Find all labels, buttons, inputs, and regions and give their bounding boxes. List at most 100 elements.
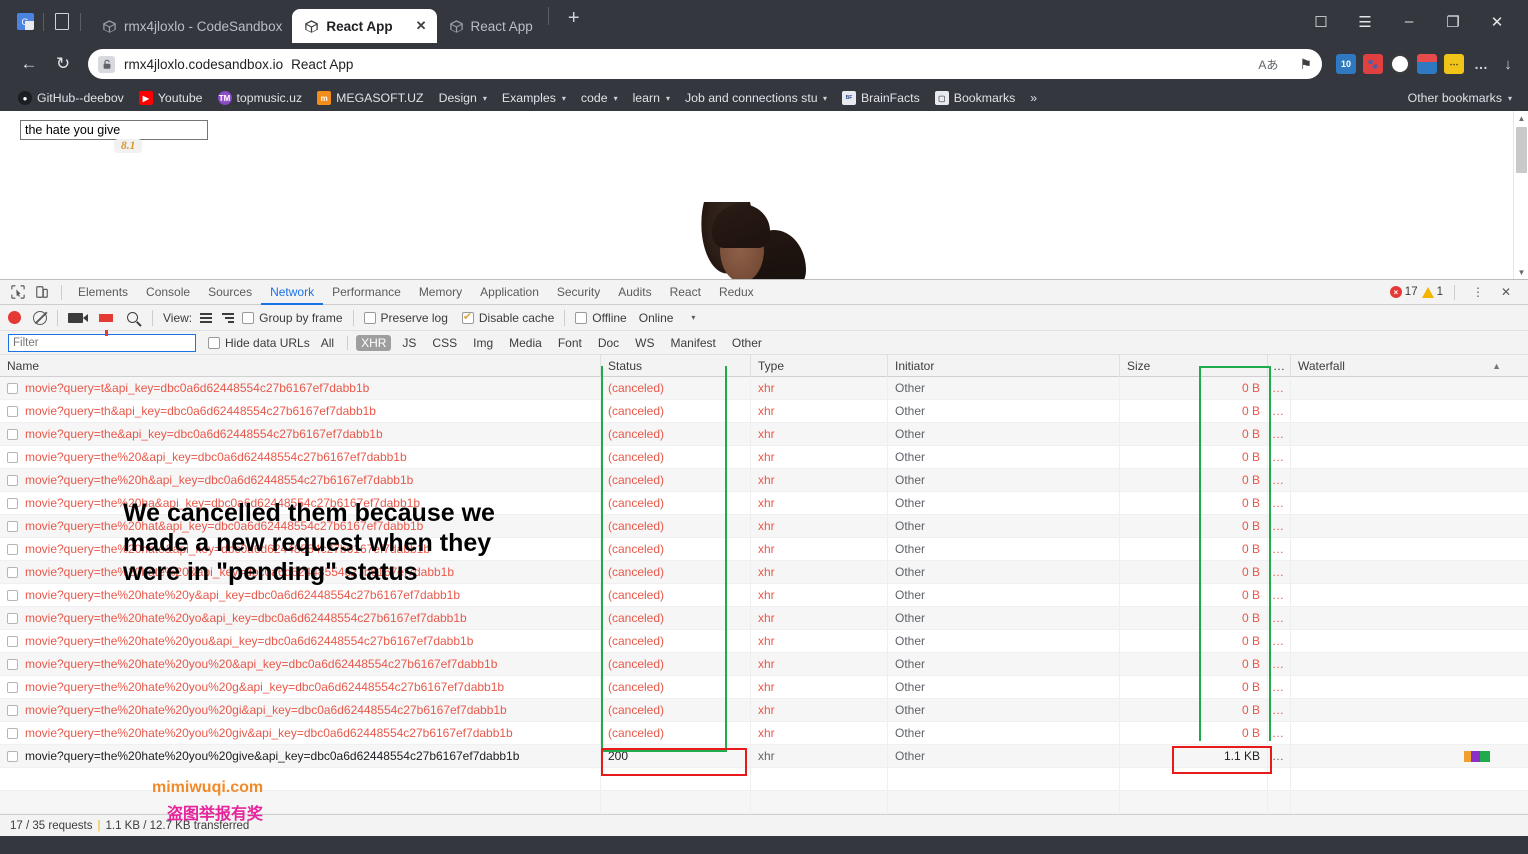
filter-type-other[interactable]: Other xyxy=(727,335,767,351)
search-icon[interactable] xyxy=(127,312,138,323)
filter-type-font[interactable]: Font xyxy=(553,335,587,351)
cell-name[interactable]: movie?query=the%20hate%20y&api_key=dbc0a… xyxy=(0,583,601,607)
view-waterfall-icon[interactable] xyxy=(222,312,235,323)
page-icon[interactable] xyxy=(49,9,75,35)
filter-type-doc[interactable]: Doc xyxy=(593,335,624,351)
row-checkbox[interactable] xyxy=(7,589,18,601)
bookmark-topmusic[interactable]: TM topmusic.uz xyxy=(212,89,309,107)
filter-type-media[interactable]: Media xyxy=(504,335,547,351)
row-checkbox[interactable] xyxy=(7,635,18,647)
tab-console[interactable]: Console xyxy=(137,280,199,305)
cell-overflow[interactable]: … xyxy=(1268,698,1291,722)
scroll-up-icon[interactable]: ▲ xyxy=(1514,111,1528,125)
cell-name[interactable]: movie?query=the&api_key=dbc0a6d62448554c… xyxy=(0,422,601,446)
cell-overflow[interactable]: … xyxy=(1268,629,1291,653)
preserve-log-checkbox[interactable]: Preserve log xyxy=(363,311,448,325)
cell-overflow[interactable]: … xyxy=(1268,468,1291,492)
target-extension-icon[interactable] xyxy=(1390,54,1410,74)
cell-overflow[interactable]: … xyxy=(1268,399,1291,423)
cell-name[interactable]: movie?query=the%20h&api_key=dbc0a6d62448… xyxy=(0,468,601,492)
bookmark-learn[interactable]: learn ▾ xyxy=(627,89,676,107)
close-icon[interactable]: ✕ xyxy=(1476,0,1518,43)
cell-overflow[interactable]: … xyxy=(1268,376,1291,400)
red-extension-icon[interactable]: 🐾 xyxy=(1363,54,1383,74)
cell-name[interactable]: movie?query=the%20hate&api_key=dbc0a6d62… xyxy=(0,537,601,561)
column-header-size[interactable]: Size xyxy=(1120,354,1268,377)
filter-type-css[interactable]: CSS xyxy=(427,335,462,351)
restore-icon[interactable]: ❐ xyxy=(1432,0,1474,43)
tab-sources[interactable]: Sources xyxy=(199,280,261,305)
table-row[interactable]: movie?query=the%20hate%20you%20give&api_… xyxy=(0,744,1528,768)
camera-icon[interactable] xyxy=(68,312,88,323)
filter-type-manifest[interactable]: Manifest xyxy=(666,335,721,351)
tab-codesandbox[interactable]: rmx4jloxlo - CodeSandbox xyxy=(90,9,292,43)
table-row[interactable]: movie?query=the%20h&api_key=dbc0a6d62448… xyxy=(0,468,1528,492)
column-header-initiator[interactable]: Initiator xyxy=(888,354,1120,377)
back-button[interactable]: ← xyxy=(14,49,44,79)
bookmark-folder-bookmarks[interactable]: ▢ Bookmarks xyxy=(929,89,1022,107)
toggle-device-toolbar-icon[interactable] xyxy=(30,280,54,304)
row-checkbox[interactable] xyxy=(7,566,18,578)
cell-overflow[interactable]: … xyxy=(1268,422,1291,446)
cell-overflow[interactable]: … xyxy=(1268,560,1291,584)
cell-overflow[interactable]: … xyxy=(1268,583,1291,607)
table-row[interactable]: movie?query=the%20hat&api_key=dbc0a6d624… xyxy=(0,514,1528,538)
close-icon[interactable]: ✕ xyxy=(416,18,427,34)
reload-button[interactable]: ↻ xyxy=(48,49,78,79)
read-aloud-icon[interactable]: Aあ xyxy=(1252,56,1284,73)
filter-input[interactable] xyxy=(8,333,196,352)
filter-icon[interactable] xyxy=(99,313,113,336)
row-checkbox[interactable] xyxy=(7,750,18,762)
error-count-badge[interactable]: × 17 xyxy=(1389,286,1418,298)
cell-overflow[interactable]: … xyxy=(1268,721,1291,745)
row-checkbox[interactable] xyxy=(7,474,18,486)
google-translate-icon[interactable]: G xyxy=(12,9,38,35)
filter-type-xhr[interactable]: XHR xyxy=(356,334,392,351)
row-checkbox[interactable] xyxy=(7,704,18,716)
tab-elements[interactable]: Elements xyxy=(69,280,137,305)
table-row[interactable]: movie?query=the%20hate%20you%20gi&api_ke… xyxy=(0,698,1528,722)
row-checkbox[interactable] xyxy=(7,428,18,440)
hide-data-urls-checkbox[interactable]: Hide data URLs xyxy=(208,336,310,350)
cell-name[interactable]: movie?query=the%20hate%20you%20g&api_key… xyxy=(0,675,601,699)
lock-icon[interactable] xyxy=(98,55,115,73)
column-header-name[interactable]: Name xyxy=(0,354,601,377)
devtools-more-options-icon[interactable]: ⋮ xyxy=(1466,280,1490,304)
tab-application[interactable]: Application xyxy=(471,280,548,305)
row-checkbox[interactable] xyxy=(7,382,18,394)
cell-name[interactable]: movie?query=the%20hate%20you%20give&api_… xyxy=(0,744,601,768)
row-checkbox[interactable] xyxy=(7,612,18,624)
filter-type-img[interactable]: Img xyxy=(468,335,498,351)
bookmark-examples[interactable]: Examples ▾ xyxy=(496,89,572,107)
tab-redux[interactable]: Redux xyxy=(710,280,763,305)
bookmark-design[interactable]: Design ▾ xyxy=(433,89,493,107)
collections-icon[interactable]: ☐ xyxy=(1300,0,1342,43)
view-list-icon[interactable] xyxy=(200,312,213,323)
record-button[interactable] xyxy=(8,311,21,324)
cell-name[interactable]: movie?query=the%20hate%20you&api_key=dbc… xyxy=(0,629,601,653)
address-bar[interactable]: rmx4jloxlo.codesandbox.io React App Aあ ⚑ xyxy=(88,49,1322,79)
chevron-down-icon[interactable]: ▾ xyxy=(691,313,695,322)
more-extensions-icon[interactable]: … xyxy=(1471,54,1491,74)
page-scrollbar[interactable]: ▲ ▼ xyxy=(1513,111,1528,279)
table-row[interactable]: movie?query=the%20hate%20you%20g&api_key… xyxy=(0,675,1528,699)
cell-overflow[interactable]: … xyxy=(1268,491,1291,515)
table-row[interactable]: movie?query=the%20ha&api_key=dbc0a6d6244… xyxy=(0,491,1528,515)
row-checkbox[interactable] xyxy=(7,681,18,693)
cell-overflow[interactable]: … xyxy=(1268,652,1291,676)
row-checkbox[interactable] xyxy=(7,543,18,555)
table-row[interactable]: movie?query=the%20hate%20yo&api_key=dbc0… xyxy=(0,606,1528,630)
scrollbar-thumb[interactable] xyxy=(1516,127,1527,173)
cell-name[interactable]: movie?query=the%20hat&api_key=dbc0a6d624… xyxy=(0,514,601,538)
cell-name[interactable]: movie?query=the%20hate%20you%20&api_key=… xyxy=(0,652,601,676)
tab-network[interactable]: Network xyxy=(261,280,323,305)
tab-performance[interactable]: Performance xyxy=(323,280,410,305)
cell-name[interactable]: movie?query=the%20hate%20you%20gi&api_ke… xyxy=(0,698,601,722)
table-row[interactable]: movie?query=the%20hate%20you%20&api_key=… xyxy=(0,652,1528,676)
bookmark-youtube[interactable]: ▶ Youtube xyxy=(133,89,209,107)
row-checkbox[interactable] xyxy=(7,520,18,532)
row-checkbox[interactable] xyxy=(7,727,18,739)
table-row[interactable]: movie?query=the&api_key=dbc0a6d62448554c… xyxy=(0,422,1528,446)
cell-name[interactable]: movie?query=the%20hate%20&api_key=dbc0a6… xyxy=(0,560,601,584)
clear-button[interactable] xyxy=(33,310,47,325)
